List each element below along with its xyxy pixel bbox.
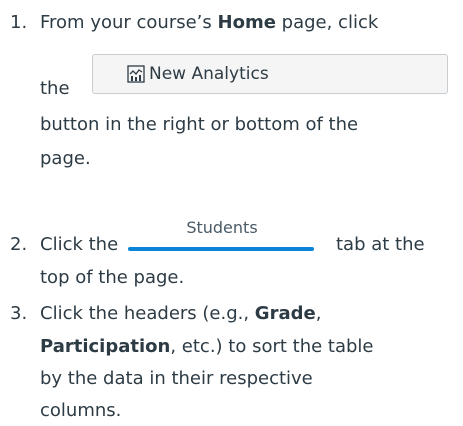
instructions-document: 1. From your course’s Home page, click t… [0, 0, 463, 426]
step-3-line-1: Click the headers (e.g., Grade, [40, 303, 321, 325]
step-2-text-a: Click the [40, 234, 119, 255]
step-3-line-2: Participation, etc.) to sort the table [40, 336, 374, 358]
step-1-text-b: page, click [275, 12, 379, 33]
step-3-text-c: , etc.) to sort the table [170, 336, 374, 357]
step-1-line-1: From your course’s Home page, click [40, 12, 378, 34]
step-3-line-4: columns. [40, 400, 122, 421]
new-analytics-button[interactable]: New Analytics [92, 54, 448, 94]
step-3-line-3: by the data in their respective [40, 368, 313, 389]
step-1-number: 1. [10, 12, 28, 33]
new-analytics-label: New Analytics [149, 64, 269, 84]
step-1-line-3: button in the right or bottom of the [40, 114, 359, 135]
step-2-text-b: tab at the [336, 234, 425, 255]
students-tab-label: Students [186, 218, 258, 237]
step-3-bold-participation: Participation [40, 336, 171, 357]
students-tab-active-indicator [128, 247, 314, 251]
step-2-number: 2. [10, 234, 28, 255]
step-3-text-a: Click the headers (e.g., [40, 303, 255, 324]
analytics-chart-icon [127, 65, 145, 83]
step-1-bold-home: Home [217, 12, 276, 33]
step-1-line-4: page. [40, 148, 91, 169]
step-2-line-2: top of the page. [40, 267, 185, 288]
step-1-line-2: the [40, 78, 70, 99]
step-3-bold-grade: Grade [254, 303, 316, 324]
step-1-text-a: From your course’s [40, 12, 218, 33]
step-3-number: 3. [10, 303, 28, 324]
students-tab[interactable]: Students [124, 218, 320, 256]
step-3-text-b: , [315, 303, 322, 324]
